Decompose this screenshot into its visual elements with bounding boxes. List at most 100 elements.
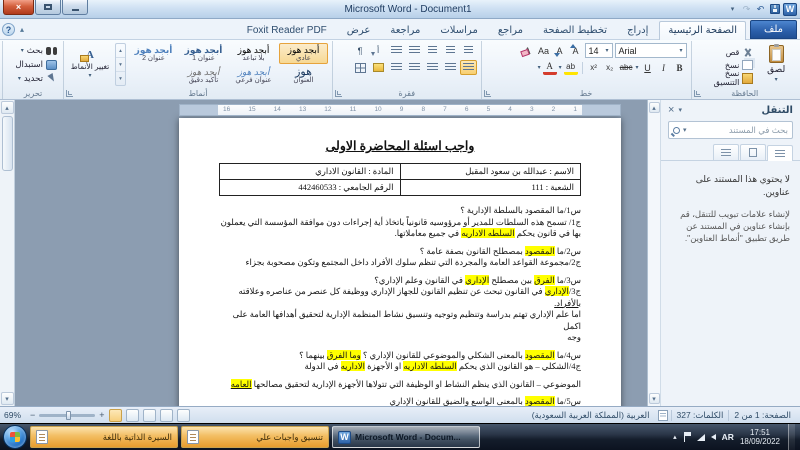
clipboard-dialog-launcher[interactable]	[694, 90, 701, 97]
styles-dialog-launcher[interactable]	[66, 90, 73, 97]
proofing-icon[interactable]	[658, 410, 668, 421]
keyboard-language-indicator[interactable]: AR	[722, 432, 734, 442]
action-center-flag-icon[interactable]	[683, 432, 691, 442]
ribbon-tab-3[interactable]: تخطيط الصفحة	[534, 21, 616, 39]
align-center-button[interactable]	[442, 60, 459, 75]
bold-button[interactable]: B	[673, 60, 687, 75]
decrease-indent-button[interactable]	[406, 43, 423, 58]
underline-button[interactable]: U	[641, 60, 655, 75]
superscript-button[interactable]: x²	[587, 60, 601, 75]
grow-font-button[interactable]: A	[569, 43, 583, 58]
zoom-out-button[interactable]: −	[30, 410, 35, 420]
multilevel-list-button[interactable]	[424, 43, 441, 58]
find-button[interactable]: بحث▾	[7, 44, 59, 57]
network-icon[interactable]	[697, 434, 705, 441]
highlight-chevron-down-icon[interactable]: ▾	[559, 64, 562, 71]
paste-button[interactable]: لصق ▾	[758, 43, 794, 84]
style-chip[interactable]: هوزالعنوان	[279, 65, 328, 86]
ribbon-tab-2[interactable]: إدراج	[618, 21, 657, 39]
clear-formatting-button[interactable]: A	[521, 43, 535, 58]
fullscreen-view-button[interactable]	[126, 409, 139, 422]
page-indicator[interactable]: الصفحة: 1 من 2	[728, 410, 796, 421]
print-layout-view-button[interactable]	[109, 409, 122, 422]
numbering-button[interactable]	[442, 43, 459, 58]
align-left-button[interactable]	[424, 60, 441, 75]
font-color-chevron-down-icon[interactable]: ▾	[538, 64, 541, 71]
browse-headings-tab[interactable]	[767, 145, 793, 161]
underline-chevron-down-icon[interactable]: ▾	[636, 64, 639, 71]
close-button[interactable]: ×	[3, 0, 34, 15]
select-button[interactable]: تحديد▾	[7, 72, 59, 85]
style-chip[interactable]: أبجد هوزعنوان فرعي	[229, 65, 278, 86]
replace-button[interactable]: استبدال	[7, 58, 59, 71]
scrollbar-thumb[interactable]	[2, 116, 13, 171]
search-options-chevron-down-icon[interactable]: ▾	[683, 126, 687, 134]
text-highlight-button[interactable]: ab	[564, 60, 578, 75]
hidden-icons-chevron-icon[interactable]: ▴	[673, 433, 677, 441]
ribbon-tab-0[interactable]: ملف	[750, 20, 797, 39]
volume-icon[interactable]	[711, 434, 716, 440]
save-button[interactable]	[769, 4, 780, 15]
language-indicator[interactable]: العربية (المملكة العربية السعودية)	[527, 410, 655, 421]
justify-button[interactable]	[406, 60, 423, 75]
subscript-button[interactable]: x₂	[603, 60, 617, 75]
minimize-ribbon-icon[interactable]: ▴	[20, 25, 24, 34]
word-count[interactable]: الكلمات: 327	[671, 410, 729, 421]
ribbon-tab-1[interactable]: الصفحة الرئيسية	[659, 21, 746, 40]
line-spacing-button[interactable]	[388, 60, 405, 75]
align-right-button[interactable]	[460, 60, 477, 75]
ribbon-tab-5[interactable]: مراسلات	[431, 21, 486, 39]
taskbar-item-2[interactable]: WMicrosoft Word - Docum...	[332, 426, 480, 448]
browse-results-tab[interactable]	[713, 144, 739, 160]
word-app-icon[interactable]: W	[783, 3, 797, 16]
borders-button[interactable]	[352, 60, 369, 75]
scroll-down-icon[interactable]: ▾	[1, 392, 14, 405]
navigation-pane-close-icon[interactable]: ×	[668, 104, 674, 116]
styles-gallery-scrollbar[interactable]: ▴ ▾ ▾	[115, 43, 126, 86]
navigation-pane-chevron-down-icon[interactable]: ▾	[678, 106, 682, 114]
navigation-pane-scrollbar[interactable]: ▴ ▾	[648, 100, 661, 406]
shading-button[interactable]	[370, 60, 387, 75]
strikethrough-button[interactable]: abc	[619, 60, 634, 75]
font-dialog-launcher[interactable]	[484, 90, 491, 97]
document-page[interactable]: واجب اسئلة المحاضرة الاولى الاسم : عبدال…	[179, 118, 621, 406]
styles-scroll-down-icon[interactable]: ▾	[116, 58, 125, 72]
ribbon-tab-6[interactable]: مراجعة	[381, 21, 429, 39]
paragraph-dialog-launcher[interactable]	[335, 90, 342, 97]
zoom-in-button[interactable]: +	[99, 410, 104, 420]
start-button[interactable]	[3, 425, 27, 449]
cut-button[interactable]: قص	[696, 46, 756, 58]
style-chip[interactable]: أبجد هوزعادي	[279, 43, 328, 64]
draft-view-button[interactable]	[177, 409, 190, 422]
style-chip[interactable]: أبجد هوزعنوان 2	[129, 43, 178, 64]
minimize-button[interactable]	[62, 0, 88, 15]
scroll-up-icon[interactable]: ▴	[1, 101, 14, 114]
italic-button[interactable]: I	[657, 60, 671, 75]
change-case-button[interactable]: Aa	[537, 43, 551, 58]
web-layout-view-button[interactable]	[143, 409, 156, 422]
font-name-combo[interactable]: Arial▾	[615, 43, 687, 58]
ribbon-tab-8[interactable]: Foxit Reader PDF	[238, 21, 336, 39]
bullets-button[interactable]	[460, 43, 477, 58]
search-input[interactable]	[690, 125, 788, 135]
taskbar-item-0[interactable]: السيرة الذاتية باللغة	[30, 426, 178, 448]
style-chip[interactable]: أبجد هوزتأكيد دقيق	[179, 65, 228, 86]
zoom-level[interactable]: 69%	[4, 410, 26, 420]
styles-more-icon[interactable]: ▾	[116, 72, 125, 85]
vertical-scrollbar[interactable]: ▴ ▾	[0, 100, 15, 406]
ribbon-tab-4[interactable]: مراجع	[489, 21, 532, 39]
document-search-box[interactable]: ▾	[668, 121, 793, 139]
ribbon-tab-7[interactable]: عرض	[338, 21, 380, 39]
qat-customize-chevron-down-icon[interactable]: ▾	[727, 5, 738, 13]
taskbar-clock[interactable]: 17:51 18/09/2022	[740, 428, 780, 446]
style-chip[interactable]: أبجد هوزعنوان 1	[179, 43, 228, 64]
browse-pages-tab[interactable]	[740, 144, 766, 160]
shrink-font-button[interactable]: A	[553, 43, 567, 58]
style-chip[interactable]: أبجد هوزبلا تباعد	[229, 43, 278, 64]
taskbar-item-1[interactable]: تنسيق واجبات علي	[181, 426, 329, 448]
change-styles-button[interactable]: A تغيير الأنماط ▾	[68, 43, 112, 86]
zoom-slider[interactable]	[39, 414, 95, 417]
undo-button[interactable]: ↶	[755, 4, 766, 15]
horizontal-ruler[interactable]: 12345678910111213141516	[179, 104, 621, 116]
scroll-up-icon[interactable]: ▴	[649, 102, 660, 113]
